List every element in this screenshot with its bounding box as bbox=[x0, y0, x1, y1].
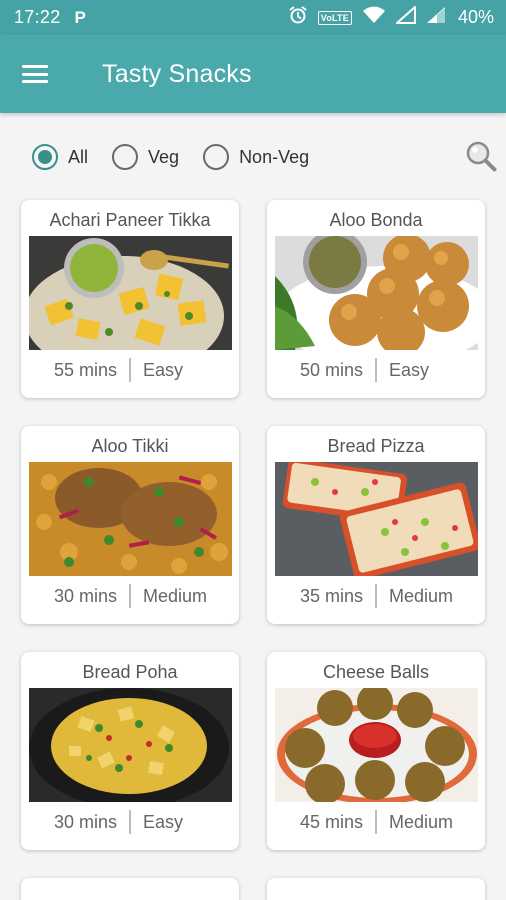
search-button[interactable] bbox=[464, 139, 500, 175]
recipe-difficulty: Easy bbox=[143, 359, 184, 380]
filter-nonveg-radio[interactable]: Non-Veg bbox=[203, 144, 309, 170]
search-icon bbox=[466, 141, 497, 172]
recipe-time: 45 mins bbox=[299, 811, 363, 832]
recipe-photo bbox=[275, 236, 478, 350]
hamburger-icon bbox=[22, 65, 48, 83]
signal-icon bbox=[394, 4, 416, 29]
recipe-card-bread-poha[interactable]: Bread Poha 30 mins Easy bbox=[21, 652, 239, 850]
recipe-photo bbox=[29, 688, 232, 802]
recipe-photo bbox=[275, 462, 478, 576]
recipe-time: 30 mins bbox=[53, 585, 117, 606]
radio-unchecked-icon bbox=[203, 144, 230, 170]
menu-button[interactable] bbox=[0, 35, 70, 113]
radio-unchecked-icon bbox=[112, 144, 139, 170]
recipe-difficulty: Easy bbox=[143, 811, 184, 832]
recipe-card-partial[interactable] bbox=[267, 878, 485, 900]
recipe-meta: 35 mins Medium bbox=[267, 584, 485, 608]
recipe-time: 30 mins bbox=[53, 811, 117, 832]
filter-veg-label: Veg bbox=[148, 146, 180, 167]
recipe-meta: 55 mins Easy bbox=[21, 358, 239, 382]
signal-icon-2 bbox=[426, 6, 446, 29]
app-title: Tasty Snacks bbox=[102, 59, 252, 88]
recipe-card-aloo-bonda[interactable]: Aloo Bonda 50 mins Easy bbox=[267, 200, 485, 398]
recipe-name: Bread Pizza bbox=[327, 436, 425, 456]
recipe-photo bbox=[275, 688, 478, 802]
recipe-card-bread-pizza[interactable]: Bread Pizza 35 mins Medium bbox=[267, 426, 485, 624]
filter-veg-radio[interactable]: Veg bbox=[112, 144, 179, 170]
recipe-name: Cheese Balls bbox=[322, 662, 430, 682]
recipe-difficulty: Medium bbox=[389, 585, 454, 606]
wifi-icon bbox=[362, 6, 386, 29]
radio-checked-icon bbox=[32, 144, 58, 170]
recipe-meta: 45 mins Medium bbox=[267, 810, 485, 834]
alarm-icon bbox=[288, 5, 308, 30]
recipe-name: Bread Poha bbox=[82, 662, 178, 682]
recipe-card-cheese-balls[interactable]: Cheese Balls 45 mins Medium bbox=[267, 652, 485, 850]
recipe-card-partial[interactable] bbox=[21, 878, 239, 900]
recipe-difficulty: Medium bbox=[143, 585, 208, 606]
recipe-time: 55 mins bbox=[53, 359, 117, 380]
recipe-time: 50 mins bbox=[299, 359, 363, 380]
recipe-meta: 50 mins Easy bbox=[267, 358, 485, 382]
recipe-name: Aloo Tikki bbox=[91, 436, 169, 456]
recipe-name: Aloo Bonda bbox=[329, 210, 423, 230]
recipe-photo bbox=[29, 236, 232, 350]
recipe-card-aloo-tikki[interactable]: Aloo Tikki 30 mins Medium bbox=[21, 426, 239, 624]
filter-all-label: All bbox=[68, 146, 89, 167]
app-notification-icon: P bbox=[74, 7, 86, 27]
recipe-meta: 30 mins Easy bbox=[21, 810, 239, 834]
recipe-name: Achari Paneer Tikka bbox=[49, 210, 211, 230]
app-bar: Tasty Snacks bbox=[0, 35, 506, 113]
battery-percent: 40% bbox=[457, 7, 494, 27]
recipe-time: 35 mins bbox=[299, 585, 363, 606]
recipe-photo bbox=[29, 462, 232, 576]
volte-icon: VoLTE bbox=[317, 10, 352, 25]
recipe-card-achari-paneer-tikka[interactable]: Achari Paneer Tikka 55 mins Easy bbox=[21, 200, 239, 398]
filter-all-radio[interactable]: All bbox=[32, 144, 88, 170]
filter-nonveg-label: Non-Veg bbox=[239, 146, 310, 167]
filter-row: All Veg Non-Veg bbox=[0, 113, 506, 201]
status-time: 17:22 bbox=[14, 7, 61, 27]
status-bar: 17:22 P VoLTE 40% bbox=[0, 0, 506, 35]
recipe-difficulty: Easy bbox=[389, 359, 430, 380]
recipe-difficulty: Medium bbox=[389, 811, 454, 832]
recipe-meta: 30 mins Medium bbox=[21, 584, 239, 608]
